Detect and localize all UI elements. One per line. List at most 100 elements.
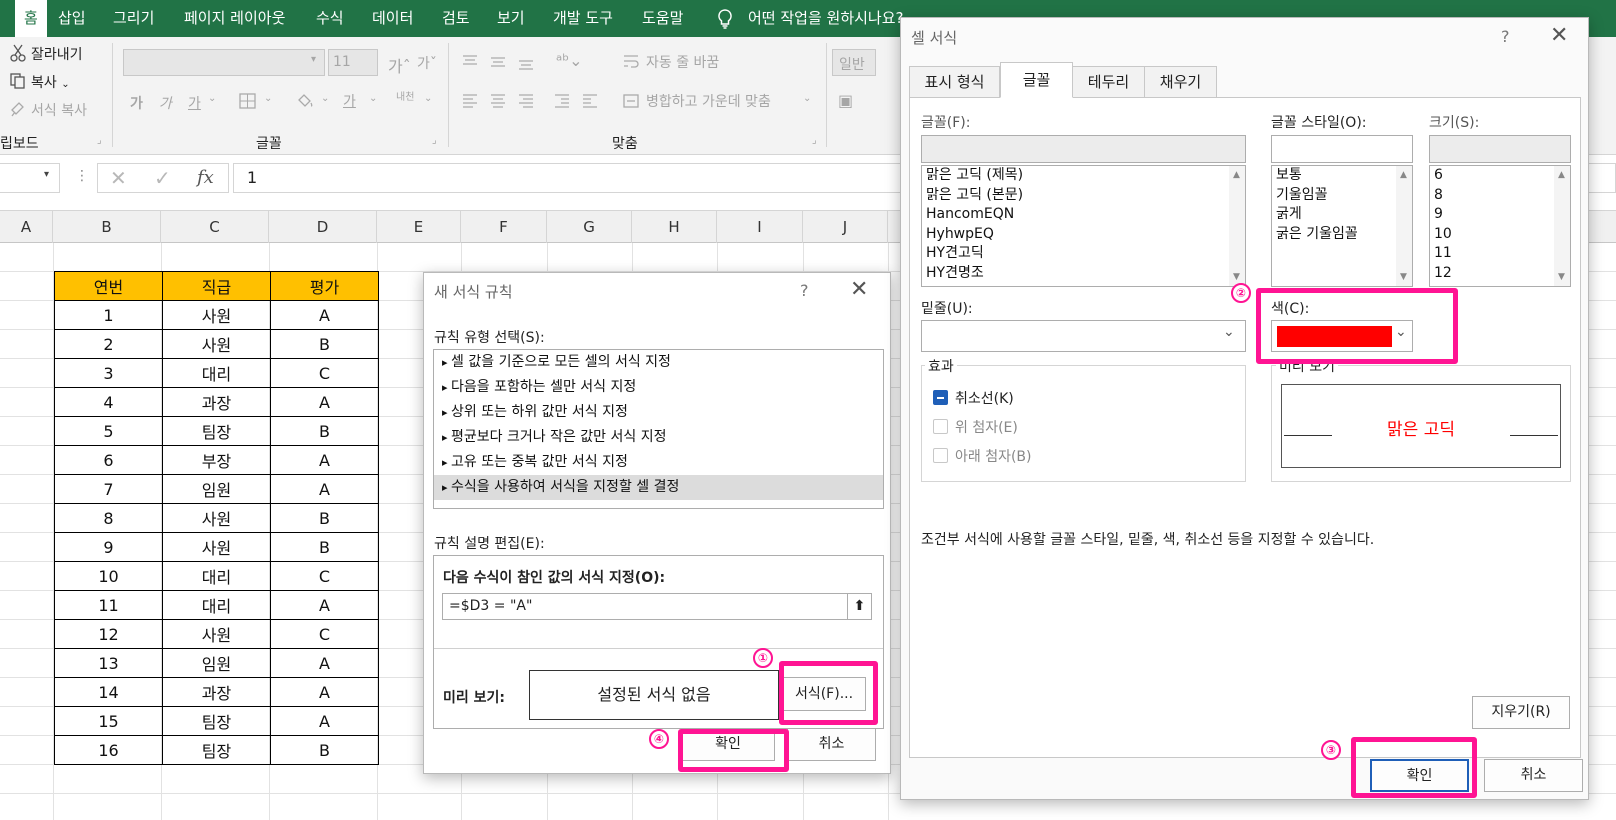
grow-font-icon[interactable]: 가ˆ [388,53,411,77]
number-cell[interactable]: 1 [54,300,163,330]
menu-home[interactable]: 홈 [15,0,47,37]
scroll-down-icon[interactable]: ▼ [1400,272,1407,282]
scroll-up-icon[interactable]: ▲ [1400,170,1407,180]
scroll-down-icon[interactable]: ▼ [1233,272,1240,282]
fill-color-icon[interactable] [295,91,315,111]
font-color-button[interactable]: 가 [343,91,356,111]
rank-cell[interactable]: 대리 [162,561,271,591]
tab-border[interactable]: 테두리 [1073,66,1145,97]
number-cell[interactable]: 15 [54,706,163,736]
help-button[interactable]: ? [800,281,809,300]
collapse-dialog-icon[interactable]: ⬆ [847,594,871,619]
list-item[interactable]: 굵은 기울임꼴 [1272,225,1412,245]
cut-button[interactable]: 잘라내기 [31,44,83,64]
rank-cell[interactable]: 과장 [162,387,271,417]
size-list[interactable]: 6 8 9 10 11 12 ▲ ▼ [1429,165,1571,287]
menu-developer[interactable]: 개발 도구 [553,0,613,37]
number-cell[interactable]: 2 [54,329,163,359]
column-header-b[interactable]: B [53,211,161,243]
number-cell[interactable]: 11 [54,590,163,620]
close-icon[interactable]: ✕ [850,277,868,302]
rank-cell[interactable]: 팀장 [162,706,271,736]
number-cell[interactable]: 3 [54,358,163,388]
scrollbar[interactable]: ▲ ▼ [1229,166,1245,286]
number-cell[interactable]: 5 [54,416,163,446]
number-cell[interactable]: 9 [54,532,163,562]
menu-formulas[interactable]: 수식 [316,0,344,37]
font-name-input[interactable] [921,135,1246,163]
phonetic-button[interactable]: 내천 [396,93,420,103]
number-cell[interactable]: 12 [54,619,163,649]
rank-cell[interactable]: 사원 [162,300,271,330]
rule-type-item[interactable]: ▸ 상위 또는 하위 값만 서식 지정 [434,400,883,425]
rule-type-item[interactable]: ▸ 수식을 사용하여 서식을 지정할 셀 결정 [434,475,883,500]
column-header-i[interactable]: I [717,211,803,243]
rule-type-list[interactable]: ▸ 셀 값을 기준으로 모든 셀의 서식 지정 ▸ 다음을 포함하는 셀만 서식 … [433,349,884,509]
scroll-up-icon[interactable]: ▲ [1233,170,1240,180]
close-icon[interactable]: ✕ [1550,23,1568,48]
rank-cell[interactable]: 팀장 [162,416,271,446]
list-item[interactable]: 8 [1430,186,1570,206]
rank-cell[interactable]: 임원 [162,474,271,504]
header-cell-number[interactable]: 연번 [54,271,163,301]
horizontal-align-icons[interactable] [461,92,611,110]
dialog-launcher-icon[interactable]: ⌟ [97,135,102,146]
number-cell[interactable]: 14 [54,677,163,707]
list-item[interactable]: 11 [1430,244,1570,264]
underline-button[interactable]: 가 [188,93,201,113]
rank-cell[interactable]: 대리 [162,590,271,620]
list-item[interactable]: 12 [1430,264,1570,284]
clear-button[interactable]: 지우기(R) [1472,696,1570,729]
dialog-launcher-icon[interactable]: ⌟ [432,135,437,146]
name-box[interactable] [0,163,60,193]
number-cell[interactable]: 8 [54,503,163,533]
column-header-c[interactable]: C [161,211,269,243]
grade-cell[interactable]: B [270,532,379,562]
cancel-button[interactable]: 취소 [787,728,876,761]
number-cell[interactable]: 16 [54,735,163,765]
rank-cell[interactable]: 사원 [162,532,271,562]
shrink-font-icon[interactable]: 가ˇ [417,53,437,73]
bold-button[interactable]: 가 [130,93,143,113]
formula-input-box[interactable]: =$D3 = "A" ⬆ [442,593,872,620]
cancel-icon[interactable]: ✕ [110,166,127,190]
header-cell-rank[interactable]: 직급 [162,271,271,301]
list-item[interactable]: HY견고딕 [922,244,1245,264]
grade-cell[interactable]: B [270,329,379,359]
format-button[interactable]: 서식(F)... [782,677,866,711]
list-item[interactable]: 보통 [1272,166,1412,186]
ok-button[interactable]: 확인 [681,728,775,761]
rule-type-item[interactable]: ▸ 고유 또는 중복 값만 서식 지정 [434,450,883,475]
scroll-up-icon[interactable]: ▲ [1558,170,1565,180]
list-item[interactable]: 6 [1430,166,1570,186]
rule-type-item[interactable]: ▸ 평균보다 크거나 작은 값만 서식 지정 [434,425,883,450]
grade-cell[interactable]: C [270,619,379,649]
menu-page-layout[interactable]: 페이지 레이아웃 [184,0,285,37]
grade-cell[interactable]: A [270,387,379,417]
rank-cell[interactable]: 사원 [162,503,271,533]
rank-cell[interactable]: 부장 [162,445,271,475]
list-item[interactable]: 10 [1430,225,1570,245]
cancel-button[interactable]: 취소 [1484,759,1583,792]
column-header-d[interactable]: D [269,211,377,243]
italic-button[interactable]: 가 [159,93,172,113]
rank-cell[interactable]: 과장 [162,677,271,707]
dialog-launcher-icon[interactable]: ⌟ [812,135,817,146]
menu-review[interactable]: 검토 [442,0,470,37]
grade-cell[interactable]: A [270,300,379,330]
vertical-align-icons[interactable] [461,53,541,71]
number-cell[interactable]: 4 [54,387,163,417]
menu-help[interactable]: 도움말 [642,0,683,37]
wrap-text-button[interactable]: 자동 줄 바꿈 [646,52,719,72]
font-size-select[interactable]: 11 [328,49,378,76]
list-item[interactable]: HY견명조 [922,264,1245,284]
rank-cell[interactable]: 임원 [162,648,271,678]
column-header-a[interactable]: A [0,211,53,243]
font-style-input[interactable] [1271,135,1413,163]
column-header-e[interactable]: E [377,211,461,243]
rank-cell[interactable]: 대리 [162,358,271,388]
list-item[interactable]: 굵게 [1272,205,1412,225]
grade-cell[interactable]: B [270,503,379,533]
rank-cell[interactable]: 사원 [162,619,271,649]
menu-view[interactable]: 보기 [497,0,525,37]
